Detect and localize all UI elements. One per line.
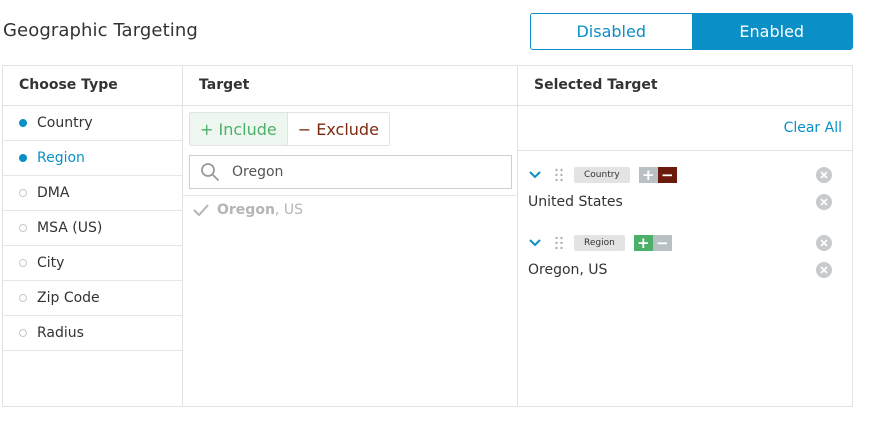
divider [183, 195, 517, 196]
type-label: Zip Code [37, 290, 100, 306]
disabled-toggle-button[interactable]: Disabled [531, 14, 692, 49]
choose-type-header: Choose Type [3, 66, 182, 106]
radio-dot-icon [19, 224, 27, 232]
group-header: Region + − [528, 232, 842, 254]
target-search-box [189, 155, 512, 189]
type-label: City [37, 255, 65, 271]
search-result-item[interactable]: Oregon , US [193, 202, 303, 218]
search-icon [201, 163, 219, 181]
selected-target-column: Selected Target Clear All Country + − Un… [518, 66, 852, 406]
target-column: Target + Include − Exclude Oregon , US [183, 66, 518, 406]
type-label: DMA [37, 185, 70, 201]
minus-icon[interactable]: − [652, 235, 672, 251]
selected-value-row: Oregon, US [528, 260, 842, 280]
type-item-radius[interactable]: Radius [3, 316, 182, 351]
radio-dot-icon [19, 294, 27, 302]
group-type-tag: Region [574, 235, 625, 251]
type-label: Country [37, 115, 93, 131]
remove-value-icon[interactable] [816, 194, 832, 210]
plus-icon[interactable]: + [638, 167, 658, 183]
minus-icon[interactable]: − [657, 167, 677, 183]
include-exclude-group: + Include − Exclude [189, 112, 390, 146]
selected-value-row: United States [528, 192, 842, 212]
selected-value: Oregon, US [528, 262, 608, 278]
chevron-down-icon[interactable] [528, 168, 542, 182]
type-item-city[interactable]: City [3, 246, 182, 281]
radio-dot-icon [19, 259, 27, 267]
clear-all-row: Clear All [518, 106, 852, 151]
radio-dot-icon [19, 119, 27, 127]
result-name: Oregon [217, 202, 275, 218]
remove-value-icon[interactable] [816, 262, 832, 278]
clear-all-link[interactable]: Clear All [784, 120, 842, 136]
result-suffix: , US [274, 202, 303, 218]
enabled-toggle-button[interactable]: Enabled [691, 14, 852, 49]
check-icon [193, 204, 209, 217]
selected-target-header: Selected Target [518, 66, 852, 106]
search-input[interactable] [230, 163, 504, 181]
page-title: Geographic Targeting [3, 20, 198, 41]
drag-handle-icon[interactable] [554, 236, 564, 250]
exclude-button[interactable]: − Exclude [287, 113, 389, 145]
targeting-toggle: Disabled Enabled [530, 13, 853, 50]
plus-icon[interactable]: + [633, 235, 653, 251]
type-label: Region [37, 150, 85, 166]
targeting-panel: Choose Type Country Region DMA MSA (US) … [2, 65, 853, 407]
target-header: Target [183, 66, 517, 106]
type-item-msa[interactable]: MSA (US) [3, 211, 182, 246]
type-label: Radius [37, 325, 84, 341]
type-item-country[interactable]: Country [3, 106, 182, 141]
type-item-region[interactable]: Region [3, 141, 182, 176]
radio-dot-icon [19, 154, 27, 162]
group-header: Country + − [528, 164, 842, 186]
choose-type-column: Choose Type Country Region DMA MSA (US) … [3, 66, 183, 406]
selected-value: United States [528, 194, 623, 210]
type-item-dma[interactable]: DMA [3, 176, 182, 211]
include-button[interactable]: + Include [190, 113, 288, 145]
type-label: MSA (US) [37, 220, 103, 236]
group-type-tag: Country [574, 167, 630, 183]
type-item-zip-code[interactable]: Zip Code [3, 281, 182, 316]
include-exclude-toggle: + − [638, 167, 677, 183]
remove-group-icon[interactable] [816, 235, 832, 251]
include-exclude-toggle: + − [633, 235, 672, 251]
drag-handle-icon[interactable] [554, 168, 564, 182]
chevron-down-icon[interactable] [528, 236, 542, 250]
radio-dot-icon [19, 329, 27, 337]
remove-group-icon[interactable] [816, 167, 832, 183]
radio-dot-icon [19, 189, 27, 197]
geo-targeting-root: Geographic Targeting Disabled Enabled Ch… [0, 0, 869, 421]
